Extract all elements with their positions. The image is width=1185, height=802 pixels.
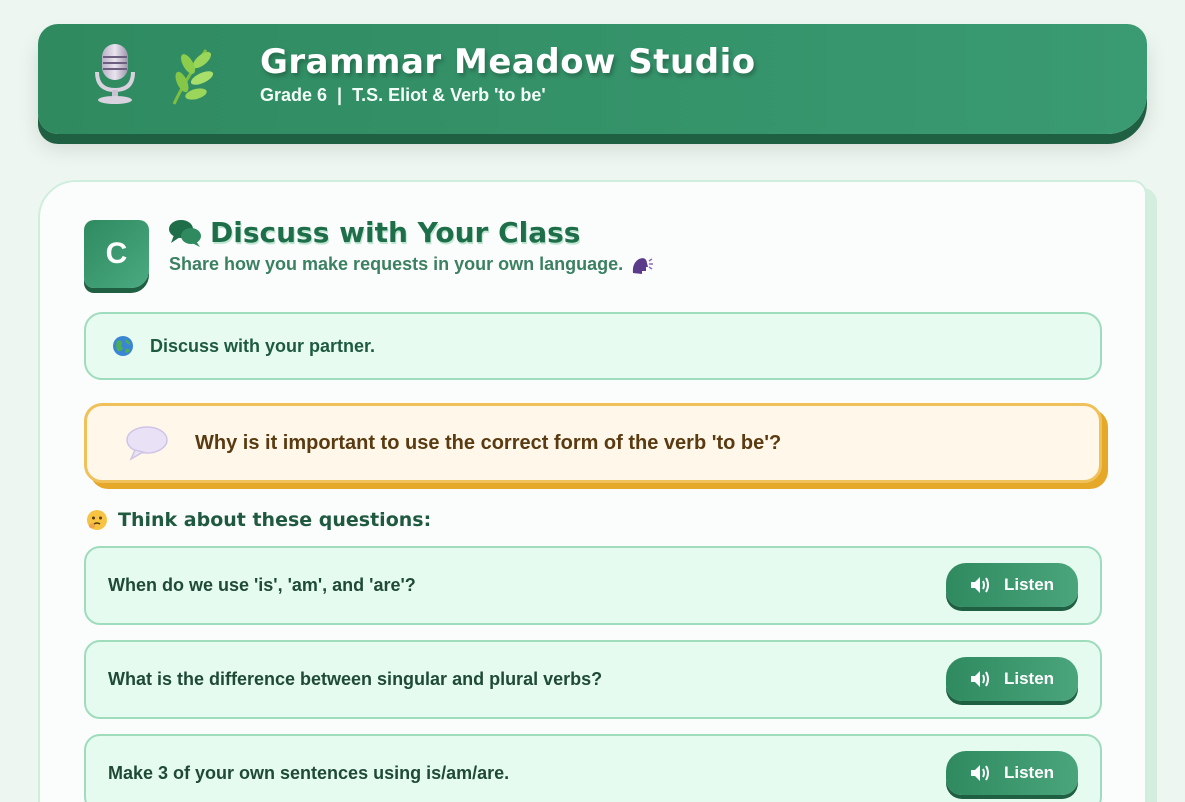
section-heading: Discuss with Your Class	[168, 216, 580, 249]
speaker-icon	[970, 577, 989, 593]
section-badge: C	[84, 220, 149, 288]
partner-text: Discuss with your partner.	[150, 335, 376, 356]
app-title: Grammar Meadow Studio	[260, 42, 756, 82]
speaker-icon	[970, 671, 989, 687]
main-question: Why is it important to use the correct f…	[84, 403, 1102, 483]
question-text: What is the difference between singular …	[108, 669, 603, 689]
thinking-face-icon	[87, 510, 107, 530]
section-subtitle-row: Share how you make requests in your own …	[169, 254, 654, 275]
think-label: Think about these questions:	[118, 509, 432, 531]
question-row: What is the difference between singular …	[84, 640, 1102, 719]
listen-button[interactable]: Listen	[946, 563, 1078, 607]
listen-button[interactable]: Listen	[946, 751, 1078, 795]
speaker-icon	[970, 765, 989, 781]
listen-button-label: Listen	[1003, 575, 1055, 594]
listen-button[interactable]: Listen	[946, 657, 1078, 701]
section-title: Discuss with Your Class	[210, 216, 581, 249]
speaking-head-icon	[632, 257, 654, 274]
partner-instruction: Discuss with your partner.	[84, 312, 1102, 380]
question-row: Make 3 of your own sentences using is/am…	[84, 734, 1102, 802]
globe-icon	[113, 336, 133, 356]
speech-bubbles-icon	[169, 219, 201, 247]
herb-icon	[172, 49, 214, 105]
question-text: Make 3 of your own sentences using is/am…	[108, 763, 510, 783]
listen-button-label: Listen	[1003, 763, 1055, 782]
app-subtitle: Grade 6 | T.S. Eliot & Verb 'to be'	[260, 85, 546, 105]
main-question-text: Why is it important to use the correct f…	[195, 431, 782, 454]
listen-button-label: Listen	[1003, 669, 1055, 688]
question-text: When do we use 'is', 'am', and 'are'?	[108, 575, 416, 595]
speech-balloon-icon	[126, 426, 168, 461]
section-subtitle: Share how you make requests in your own …	[169, 254, 624, 274]
question-row: When do we use 'is', 'am', and 'are'? Li…	[84, 546, 1102, 625]
microphone-icon	[95, 44, 135, 104]
think-heading: Think about these questions:	[86, 509, 431, 531]
